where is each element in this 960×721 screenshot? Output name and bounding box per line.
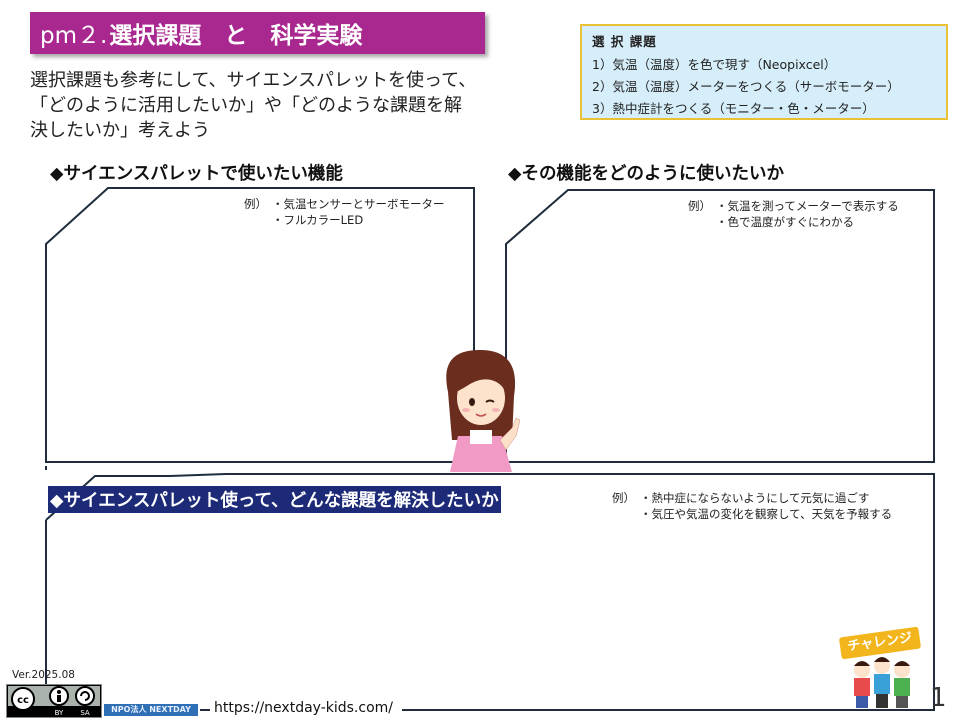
- usage-answer-box[interactable]: [505, 189, 935, 463]
- answer-frames: [45, 187, 935, 711]
- usage-example: ・気温を測ってメーターで表示する: [716, 199, 899, 213]
- usage-example: ・色で温度がすぐにわかる: [716, 215, 854, 229]
- functions-example: ・フルカラーLED: [272, 213, 364, 227]
- by-label: BY: [55, 709, 64, 717]
- version-label: Ver.2025.08: [12, 669, 75, 681]
- cc-text: cc: [17, 695, 29, 706]
- sa-icon: [75, 686, 95, 706]
- footer-url-link[interactable]: https://nextday-kids.com/: [214, 700, 393, 716]
- cc-license-badge: cc BY SA: [6, 684, 102, 718]
- functions-example: ・気温センサーとサーボモーター: [272, 197, 445, 211]
- org-badge: NPO法人 NEXTDAY: [104, 704, 198, 716]
- kids-illustration: [854, 657, 910, 708]
- problem-example-label: 例）: [612, 491, 635, 505]
- sa-label: SA: [80, 709, 90, 717]
- problem-example: ・気圧や気温の変化を観察して、天気を予報する: [640, 507, 893, 521]
- usage-heading: ◆その機能をどのように使いたいか: [508, 164, 784, 184]
- functions-answer-box[interactable]: [45, 187, 475, 463]
- functions-example-label: 例）: [244, 197, 267, 211]
- problem-heading: ◆サイエンスパレット使って、どんな課題を解決したいか: [48, 486, 501, 513]
- girl-illustration: [446, 350, 521, 472]
- functions-heading: ◆サイエンスパレットで使いたい機能: [50, 164, 343, 184]
- problem-example: ・熱中症にならないようにして元気に過ごす: [640, 491, 870, 505]
- usage-example-label: 例）: [688, 199, 711, 213]
- page-number: 1: [930, 683, 947, 713]
